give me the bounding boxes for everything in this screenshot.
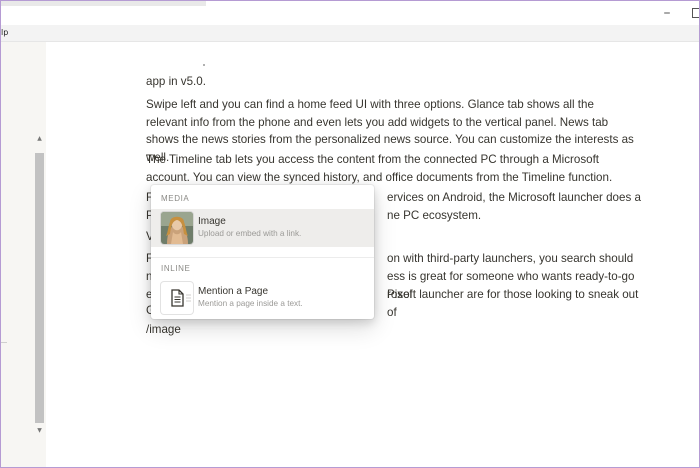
- menu-help[interactable]: lp: [1, 25, 8, 41]
- minimize-button[interactable]: –: [655, 5, 679, 21]
- sidebar-divider: [1, 342, 7, 343]
- menu-item-image-description: Upload or embed with a link.: [198, 229, 302, 238]
- paragraph-4-end[interactable]: ervices on Android, the Microsoft launch…: [387, 189, 647, 207]
- scroll-down-button[interactable]: ▼: [35, 426, 44, 436]
- block-marker: [203, 64, 205, 66]
- menu-item-image[interactable]: Image Upload or embed with a link.: [151, 209, 374, 247]
- menu-bar: lp: [1, 25, 699, 42]
- paragraph-intro[interactable]: app in v5.0.: [146, 73, 636, 91]
- scrollbar-thumb[interactable]: [35, 153, 44, 423]
- media-section-title: MEDIA: [161, 194, 190, 203]
- maximize-icon: [692, 8, 699, 18]
- page-icon: [161, 282, 193, 314]
- menu-item-mention-title: Mention a Page: [198, 286, 269, 297]
- maximize-button[interactable]: [685, 5, 699, 21]
- section-divider: [151, 257, 374, 258]
- tab-strip[interactable]: [1, 1, 206, 6]
- inline-section-title: INLINE: [161, 264, 191, 273]
- image-thumbnail-icon: [161, 212, 193, 244]
- menu-item-mention-description: Mention a page inside a text.: [198, 299, 303, 308]
- slash-command-input[interactable]: /image: [146, 321, 181, 339]
- menu-item-image-title: Image: [198, 216, 226, 227]
- paragraph-timeline[interactable]: The Timeline tab lets you access the con…: [146, 151, 636, 186]
- paragraph-9-end[interactable]: rosoft launcher are for those looking to…: [387, 286, 647, 321]
- scroll-up-button[interactable]: ▲: [35, 134, 44, 144]
- paragraph-5-end[interactable]: ne PC ecosystem.: [387, 207, 587, 225]
- block-menu: MEDIA Image Upload or embed with a link.…: [151, 185, 374, 319]
- title-bar: –: [1, 1, 699, 25]
- paragraph-7-end[interactable]: on with third-party launchers, you searc…: [387, 250, 637, 268]
- menu-item-mention-page[interactable]: Mention a Page Mention a page inside a t…: [151, 279, 374, 317]
- app-window: – lp ▲ ▼ app in v5.0. Swipe left and you…: [0, 0, 700, 468]
